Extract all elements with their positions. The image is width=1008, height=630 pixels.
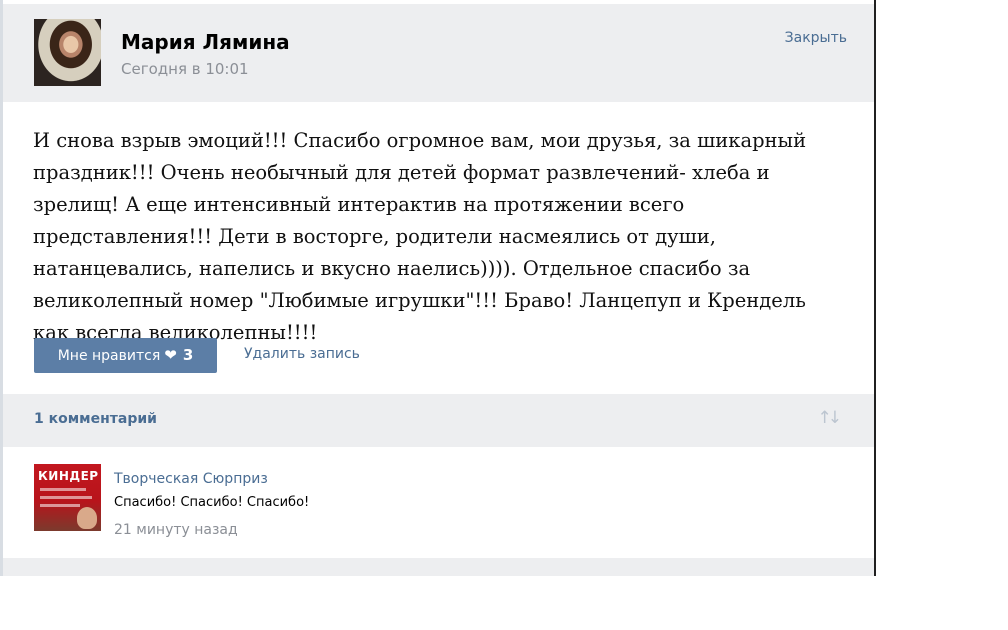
post-header: Мария Лямина Сегодня в 10:01 Закрыть — [3, 4, 874, 102]
delete-post-link[interactable]: Удалить запись — [244, 346, 360, 362]
author-avatar[interactable] — [34, 19, 101, 86]
comment-time[interactable]: 21 минуту назад — [114, 522, 238, 538]
post-timestamp: Сегодня в 10:01 — [121, 60, 249, 78]
comments-count[interactable]: 1 комментарий — [34, 411, 157, 427]
poster-face — [77, 507, 97, 529]
post-window: Мария Лямина Сегодня в 10:01 Закрыть И с… — [0, 0, 876, 576]
comment-avatar[interactable]: КИНДЕР — [34, 464, 101, 531]
close-link[interactable]: Закрыть — [785, 30, 847, 46]
poster-decoration — [40, 496, 92, 499]
comment-avatar-logo: КИНДЕР — [38, 469, 99, 483]
heart-icon: ❤ — [164, 346, 177, 364]
poster-decoration — [40, 488, 86, 491]
page: Мария Лямина Сегодня в 10:01 Закрыть И с… — [0, 0, 1008, 630]
like-count: 3 — [182, 346, 194, 364]
like-button[interactable]: Мне нравится ❤ 3 — [34, 338, 217, 373]
like-label: Мне нравится — [57, 348, 161, 364]
poster-decoration — [40, 504, 80, 507]
sort-arrows-icon[interactable]: ↑↓ — [818, 408, 842, 428]
comment-text: Спасибо! Спасибо! Спасибо! — [114, 495, 310, 510]
comment-author[interactable]: Творческая Сюрприз — [114, 471, 268, 487]
comment-input-area — [3, 558, 874, 576]
author-name[interactable]: Мария Лямина — [121, 30, 290, 54]
comments-bar: 1 комментарий ↑↓ — [3, 394, 874, 447]
post-text: И снова взрыв эмоций!!! Спасибо огромное… — [33, 129, 807, 344]
